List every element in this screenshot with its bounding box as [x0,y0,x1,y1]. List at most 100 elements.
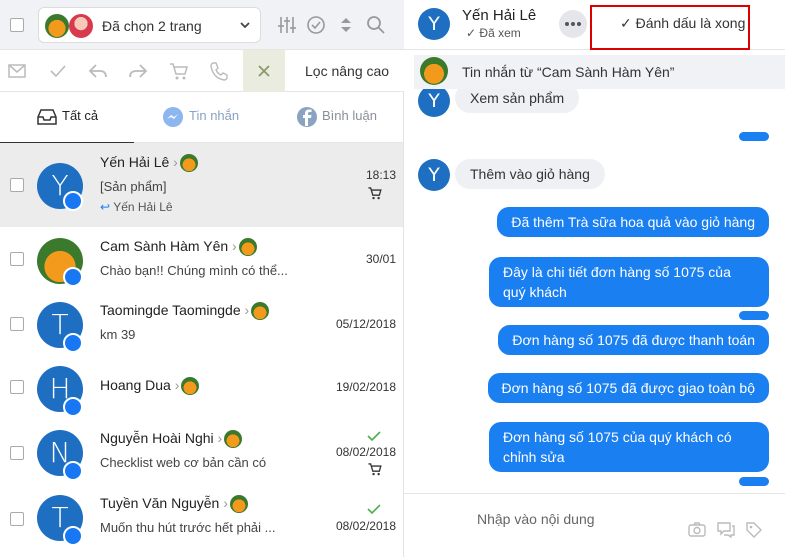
mail-icon[interactable] [6,60,28,82]
incoming-message: Xem sản phẩm [455,89,580,113]
conversation-snippet: Checklist web cơ bản cần có [100,455,267,470]
conversation-item[interactable]: N Nguyễn Hoài Nghi › Checklist web cơ bả… [0,419,403,483]
conversation-item[interactable]: H Hoang Dua › 19/02/2018 [0,355,403,419]
page-avatar-icon [181,377,200,396]
incoming-message: Thêm vào giỏ hàng [455,159,605,189]
conversation-item[interactable]: Cam Sành Hàm Yên › Chào bạn!! Chúng mình… [0,227,403,291]
tab-all-label: Tất cả [62,108,99,123]
tab-comments[interactable]: Bình luận [268,93,404,143]
outgoing-message-stub [739,477,769,486]
cart-icon [368,187,382,200]
page-avatar-icon [238,238,257,257]
conversation-checkbox[interactable] [10,317,24,331]
page-avatar-icon [179,154,198,173]
messenger-badge-icon [63,397,83,417]
check-icon: ✓ [466,26,477,40]
message-thread: Y Xem sản phẩm Y Thêm vào giỏ hàng Đã th… [404,89,785,493]
contact-avatar[interactable]: Y [418,8,450,40]
clear-selection-button[interactable] [243,50,285,92]
conversation-date: 08/02/2018 [335,445,396,459]
facebook-icon [297,107,317,127]
conversation-checkbox[interactable] [10,380,24,394]
outgoing-message: Đây là chi tiết đơn hàng số 1075 của quý… [489,257,769,307]
chat-header: Y Yến Hải Lê ✓ Đã xem ✓ Đánh dấu là xong [404,0,785,50]
more-options-button[interactable] [559,10,587,38]
message-source-text: Tin nhắn từ “Cam Sành Hàm Yên” [462,64,675,80]
sender-avatar: Y [418,159,450,191]
page-avatar-icon [229,495,248,514]
seen-status: ✓ Đã xem [466,26,521,40]
check-icon: ✓ [620,15,632,31]
message-input-placeholder[interactable]: Nhập vào nội dung [477,511,595,527]
inbox-icon [37,109,57,125]
contact-name[interactable]: Yến Hải Lê [462,7,536,24]
conversation-item[interactable]: Y Yến Hải Lê › [Sản phẩm] ↩ Yến Hải Lê 1… [0,143,403,227]
cart-icon [368,463,382,476]
tag-icon[interactable] [744,520,764,538]
page-avatar-2 [69,14,93,38]
messenger-badge-icon [63,267,83,287]
chat-panel: Y Yến Hải Lê ✓ Đã xem ✓ Đánh dấu là xong… [404,0,785,557]
conversation-name: Nguyễn Hoài Nghi › [100,430,243,449]
more-icon [565,22,581,26]
advanced-filter-link[interactable]: Lọc nâng cao [305,63,389,79]
conversation-name: Taomingde Taomingde › [100,302,270,321]
forward-icon[interactable] [127,60,149,82]
messenger-badge-icon [63,526,83,546]
cart-icon[interactable] [168,60,190,82]
page-selector-label: Đã chọn 2 trang [102,18,202,34]
outgoing-message: Đơn hàng số 1075 đã được thanh toán [498,325,769,355]
conversation-date: 08/02/2018 [335,519,396,533]
page-avatar-1 [45,14,69,38]
conversation-name: Hoang Dua › [100,377,200,396]
conversation-name: Cam Sành Hàm Yên › [100,238,257,257]
conversation-list-panel: Đã chọn 2 trang Lọc nâng cao Tất cả Tin … [0,0,404,557]
phone-icon[interactable] [208,60,230,82]
check-icon[interactable] [47,60,69,82]
messenger-badge-icon [63,333,83,353]
conversation-date: 19/02/2018 [335,380,396,394]
conversation-checkbox[interactable] [10,178,24,192]
outgoing-message-stub [739,311,769,320]
conversation-snippet: km 39 [100,327,136,342]
conversation-snippet: Chào bạn!! Chúng mình có thể... [100,263,288,278]
conversation-name: Tuyền Văn Nguyễn › [100,495,248,514]
close-icon [258,65,270,77]
check-circle-icon[interactable] [305,14,327,36]
conversation-checkbox[interactable] [10,446,24,460]
page-selector[interactable]: Đã chọn 2 trang [38,7,261,43]
message-composer[interactable]: Nhập vào nội dung [404,493,785,557]
outgoing-message: Đơn hàng số 1075 của quý khách có chỉnh … [489,422,769,472]
select-all-checkbox[interactable] [10,18,24,32]
page-avatar-icon [251,302,270,321]
conversation-checkbox[interactable] [10,252,24,266]
tab-messages[interactable]: Tin nhắn [134,93,268,143]
sliders-icon[interactable] [276,14,298,36]
conversation-time: 18:13 [365,168,396,182]
page-avatar [420,57,448,85]
search-icon[interactable] [365,14,387,36]
messenger-badge-icon [63,191,83,211]
tab-all[interactable]: Tất cả [0,93,134,144]
conversation-item[interactable]: T Tuyền Văn Nguyễn › Muốn thu hút trước … [0,484,403,557]
conversation-checkbox[interactable] [10,512,24,526]
outgoing-message: Đã thêm Trà sữa hoa quả vào giỏ hàng [497,207,769,237]
mark-done-button[interactable]: ✓ Đánh dấu là xong [620,15,745,32]
conversation-tabs: Tất cả Tin nhắn Bình luận [0,93,404,144]
messenger-icon [163,107,183,127]
conversation-snippet: Muốn thu hút trước hết phải ... [100,520,276,535]
sort-icon[interactable] [335,14,357,36]
camera-icon[interactable] [687,520,707,538]
outgoing-message-stub [739,132,769,141]
outgoing-message: Đơn hàng số 1075 đã được giao toàn bộ [487,373,769,403]
tab-comments-label: Bình luận [322,108,377,123]
chevron-down-icon [240,22,250,29]
check-icon [367,504,381,515]
tab-messages-label: Tin nhắn [189,108,240,123]
quick-reply-icon[interactable] [716,520,736,538]
conversation-date: 30/01 [365,252,396,266]
conversation-item[interactable]: T Taomingde Taomingde › km 39 05/12/2018 [0,291,403,355]
reply-icon[interactable] [87,60,109,82]
bulk-action-toolbar: Lọc nâng cao [0,50,404,92]
sender-avatar: Y [418,89,450,117]
